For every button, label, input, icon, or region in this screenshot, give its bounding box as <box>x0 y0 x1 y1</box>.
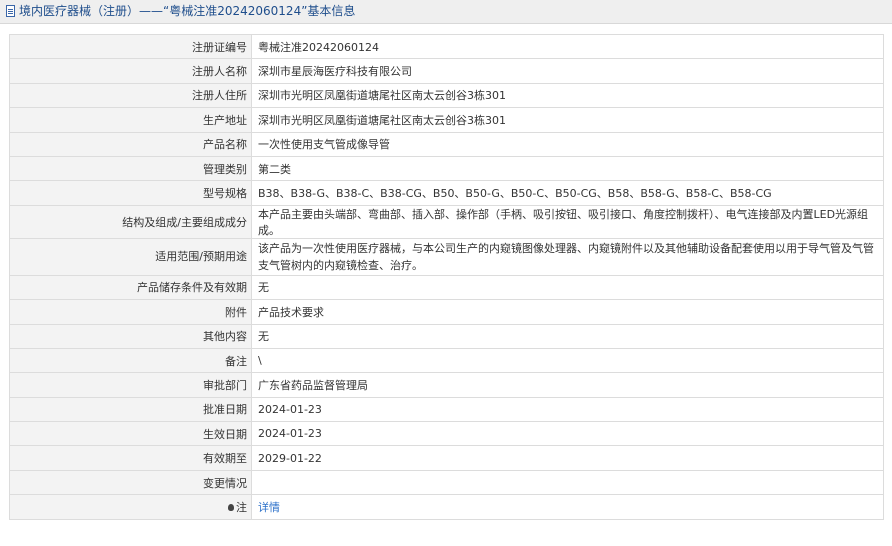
row-value-changes <box>251 469 884 496</box>
table-row: 结构及组成/主要组成成分 本产品主要由头端部、弯曲部、插入部、操作部（手柄、吸引… <box>9 204 884 239</box>
row-label-management-class: 管理类别 <box>9 155 252 182</box>
row-label-effective-date: 生效日期 <box>9 421 252 447</box>
page-title: 境内医疗器械（注册）——“粤械注准20242060124”基本信息 <box>19 4 356 18</box>
row-label-storage: 产品储存条件及有效期 <box>9 274 252 301</box>
row-label-approval-dept: 审批部门 <box>9 372 252 398</box>
table-row: 审批部门 广东省药品监督管理局 <box>9 372 884 398</box>
row-label-registrant-name: 注册人名称 <box>9 58 252 84</box>
lightbulb-icon <box>228 503 234 511</box>
row-value-registration-no: 粤械注准20242060124 <box>251 33 884 60</box>
row-value-structure: 本产品主要由头端部、弯曲部、插入部、操作部（手柄、吸引按钮、吸引接口、角度控制拨… <box>251 204 884 239</box>
table-row: 其他内容 无 <box>9 323 884 349</box>
row-label-intended-use: 适用范围/预期用途 <box>9 237 252 276</box>
page-header: 境内医疗器械（注册）——“粤械注准20242060124”基本信息 <box>0 0 892 24</box>
row-value-product-name: 一次性使用支气管成像导管 <box>251 131 884 157</box>
row-value-note: 详情 <box>251 494 884 520</box>
row-value-other: 无 <box>251 323 884 349</box>
row-value-approval-date: 2024-01-23 <box>251 396 884 423</box>
row-value-approval-dept: 广东省药品监督管理局 <box>251 372 884 398</box>
row-value-model-spec: B38、B38-G、B38-C、B38-CG、B50、B50-G、B50-C、B… <box>251 180 884 206</box>
row-label-expiry-date: 有效期至 <box>9 445 252 471</box>
row-label-structure: 结构及组成/主要组成成分 <box>9 204 252 239</box>
row-label-registrant-address: 注册人住所 <box>9 82 252 109</box>
row-value-storage: 无 <box>251 274 884 301</box>
row-value-management-class: 第二类 <box>251 155 884 182</box>
row-label-attachment: 附件 <box>9 299 252 325</box>
row-value-remarks: \ <box>251 347 884 374</box>
table-row: 批准日期 2024-01-23 <box>9 396 884 423</box>
row-label-remarks: 备注 <box>9 347 252 374</box>
row-label-approval-date: 批准日期 <box>9 396 252 423</box>
row-value-effective-date: 2024-01-23 <box>251 421 884 447</box>
row-label-model-spec: 型号规格 <box>9 180 252 206</box>
table-row: 注 详情 <box>9 494 884 520</box>
table-row: 产品名称 一次性使用支气管成像导管 <box>9 131 884 157</box>
row-value-production-address: 深圳市光明区凤凰街道塘尾社区南太云创谷3栋301 <box>251 107 884 133</box>
table-row: 变更情况 <box>9 469 884 496</box>
row-label-registration-no: 注册证编号 <box>9 33 252 60</box>
row-label-other: 其他内容 <box>9 323 252 349</box>
row-label-changes: 变更情况 <box>9 469 252 496</box>
details-link[interactable]: 详情 <box>258 501 280 514</box>
row-value-registrant-name: 深圳市星辰海医疗科技有限公司 <box>251 58 884 84</box>
row-value-expiry-date: 2029-01-22 <box>251 445 884 471</box>
table-row: 附件 产品技术要求 <box>9 299 884 325</box>
table-row: 备注 \ <box>9 347 884 374</box>
row-label-note: 注 <box>9 494 252 520</box>
table-row: 生产地址 深圳市光明区凤凰街道塘尾社区南太云创谷3栋301 <box>9 107 884 133</box>
table-row: 有效期至 2029-01-22 <box>9 445 884 471</box>
row-value-intended-use: 该产品为一次性使用医疗器械，与本公司生产的内窥镜图像处理器、内窥镜附件以及其他辅… <box>251 237 884 276</box>
note-label: 注 <box>236 500 247 514</box>
row-label-production-address: 生产地址 <box>9 107 252 133</box>
row-label-product-name: 产品名称 <box>9 131 252 157</box>
row-value-registrant-address: 深圳市光明区凤凰街道塘尾社区南太云创谷3栋301 <box>251 82 884 109</box>
table-row: 注册人名称 深圳市星辰海医疗科技有限公司 <box>9 58 884 84</box>
detail-table: 注册证编号 粤械注准20242060124 注册人名称 深圳市星辰海医疗科技有限… <box>9 33 884 520</box>
table-row: 注册证编号 粤械注准20242060124 <box>9 33 884 60</box>
table-row: 适用范围/预期用途 该产品为一次性使用医疗器械，与本公司生产的内窥镜图像处理器、… <box>9 237 884 276</box>
table-row: 生效日期 2024-01-23 <box>9 421 884 447</box>
document-icon <box>6 5 15 17</box>
row-value-attachment: 产品技术要求 <box>251 299 884 325</box>
table-row: 管理类别 第二类 <box>9 155 884 182</box>
table-row: 型号规格 B38、B38-G、B38-C、B38-CG、B50、B50-G、B5… <box>9 180 884 206</box>
table-row: 注册人住所 深圳市光明区凤凰街道塘尾社区南太云创谷3栋301 <box>9 82 884 109</box>
table-row: 产品储存条件及有效期 无 <box>9 274 884 301</box>
